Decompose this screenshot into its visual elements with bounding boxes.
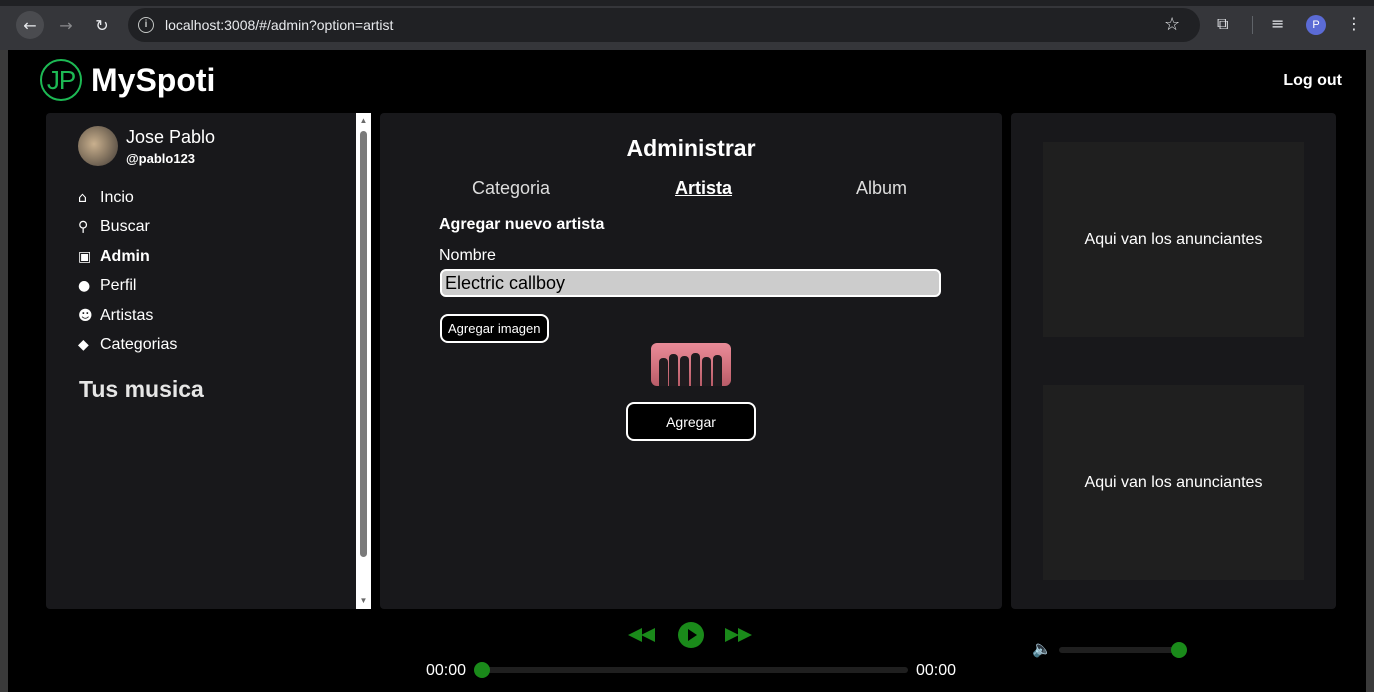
sidebar: Jose Pablo @pablo123 ⌂ Incio ⚲ Buscar ▣ Admin…: [46, 113, 370, 609]
sidebar-item-incio[interactable]: ⌂ Incio: [78, 183, 177, 213]
tab-artista[interactable]: Artista: [675, 178, 732, 199]
form-title: Agregar nuevo artista: [439, 216, 605, 233]
sidebar-item-admin[interactable]: ▣ Admin: [78, 242, 177, 272]
page-title: Administrar: [626, 135, 756, 161]
fast-forward-icon[interactable]: [725, 628, 753, 642]
profile-avatar[interactable]: P: [1306, 15, 1326, 35]
home-icon: ⌂: [78, 189, 87, 206]
add-image-button[interactable]: Agregar imagen: [440, 314, 549, 343]
sidebar-item-label: Artistas: [100, 306, 154, 324]
current-time: 00:00: [426, 662, 467, 679]
sidebar-item-label: Categorias: [100, 336, 178, 354]
users-icon: ☻: [78, 307, 93, 324]
scroll-down-icon[interactable]: ▼: [359, 597, 368, 605]
browser-toolbar: ← → ↻ i localhost:3008/#/admin?option=ar…: [0, 0, 1374, 50]
avatar: [78, 126, 118, 166]
submit-add-button[interactable]: Agregar: [626, 402, 756, 441]
tag-icon: ◆: [78, 337, 89, 354]
rewind-icon[interactable]: [628, 628, 656, 642]
tab-strip: [0, 0, 1374, 6]
ads-panel: Aqui van los anunciantes Aqui van los an…: [1011, 113, 1336, 609]
user-circle-icon: ●: [78, 278, 91, 295]
user-handle: @pablo123: [126, 151, 196, 166]
toolbar-divider: [1252, 16, 1253, 34]
forward-arrow-icon[interactable]: →: [52, 11, 80, 39]
admin-panel: Administrar Categoria Artista Album Agre…: [380, 113, 1002, 609]
play-button[interactable]: [678, 622, 704, 648]
tab-categoria[interactable]: Categoria: [472, 178, 550, 199]
bookmark-star-icon[interactable]: ☆: [1164, 14, 1180, 35]
name-label: Nombre: [439, 247, 496, 264]
back-arrow-icon[interactable]: ←: [16, 11, 44, 39]
app-root: JP MySpoti Log out Jose Pablo @pablo123 …: [8, 50, 1366, 692]
briefcase-icon: ▣: [78, 248, 92, 265]
scroll-thumb[interactable]: [360, 131, 367, 557]
sidebar-item-label: Admin: [100, 247, 150, 265]
section-title-your-music: Tus musica: [79, 376, 204, 402]
volume-slider[interactable]: [1059, 647, 1179, 653]
ad-slot-2: Aqui van los anunciantes: [1043, 385, 1304, 580]
sidebar-item-buscar[interactable]: ⚲ Buscar: [78, 213, 177, 243]
sidebar-item-label: Buscar: [100, 218, 150, 236]
total-time: 00:00: [916, 662, 957, 679]
extensions-icon[interactable]: ⧉: [1217, 14, 1228, 34]
site-info-icon[interactable]: i: [138, 17, 154, 33]
progress-bar[interactable]: [482, 667, 908, 673]
scroll-up-icon[interactable]: ▲: [359, 117, 368, 125]
sidebar-item-categorias[interactable]: ◆ Categorias: [78, 331, 177, 361]
artist-image-preview: [651, 343, 731, 386]
app-title: MySpoti: [91, 62, 216, 98]
user-name: Jose Pablo: [126, 127, 216, 147]
volume-icon[interactable]: 🔈: [1032, 639, 1052, 658]
progress-knob[interactable]: [474, 662, 490, 678]
logout-button[interactable]: Log out: [1283, 72, 1342, 90]
sidebar-scrollbar[interactable]: ▲ ▼: [356, 113, 371, 609]
app-logo: JP: [40, 59, 82, 101]
artist-name-input[interactable]: [440, 269, 941, 297]
sidebar-item-label: Incio: [100, 188, 134, 206]
sidebar-item-artistas[interactable]: ☻ Artistas: [78, 301, 177, 331]
kebab-menu-icon[interactable]: ⋮: [1346, 14, 1362, 33]
sidebar-menu: ⌂ Incio ⚲ Buscar ▣ Admin ● Perfil ☻ Artistas ◆ Cate…: [78, 183, 177, 360]
tab-album[interactable]: Album: [856, 178, 907, 199]
media-control-icon[interactable]: ≡: [1271, 14, 1284, 33]
ad-slot-1: Aqui van los anunciantes: [1043, 142, 1304, 337]
address-bar[interactable]: i localhost:3008/#/admin?option=artist ☆: [128, 8, 1200, 42]
sidebar-item-label: Perfil: [100, 277, 137, 295]
volume-knob[interactable]: [1171, 642, 1187, 658]
search-icon: ⚲: [78, 219, 89, 236]
url-text[interactable]: localhost:3008/#/admin?option=artist: [165, 17, 393, 33]
reload-icon[interactable]: ↻: [88, 11, 116, 39]
sidebar-item-perfil[interactable]: ● Perfil: [78, 272, 177, 302]
